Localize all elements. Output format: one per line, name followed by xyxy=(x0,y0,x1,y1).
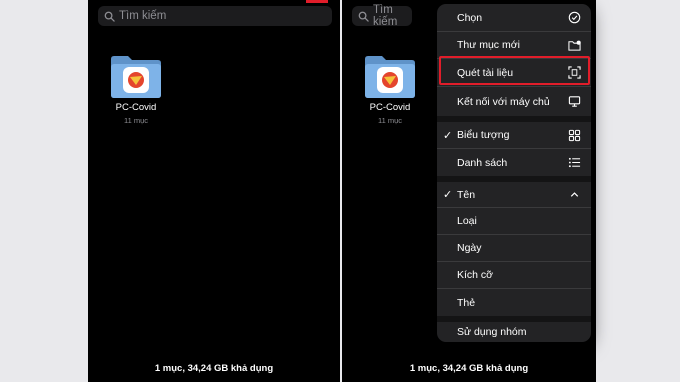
menu-item-connect-server[interactable]: Kết nối với máy chủ xyxy=(437,87,591,116)
checkmark-icon: ✓ xyxy=(443,129,453,142)
folder-item-count: 11 mục xyxy=(123,116,149,125)
menu-item-select[interactable]: Chọn xyxy=(437,4,591,32)
search-placeholder: Tìm kiếm xyxy=(119,10,167,22)
menu-item-sort-name[interactable]: ✓ Tên xyxy=(437,182,591,208)
folder-icon[interactable] xyxy=(110,55,162,99)
folder-icon[interactable] xyxy=(364,55,416,99)
menu-item-list-view[interactable]: Danh sách xyxy=(437,149,591,176)
display-icon xyxy=(567,95,581,109)
checkmark-icon: ✓ xyxy=(443,189,453,201)
folder-name: PC-Covid xyxy=(115,102,157,113)
grid-icon xyxy=(567,128,581,142)
search-input[interactable]: Tìm kiếm xyxy=(352,4,412,28)
menu-item-icons-view[interactable]: ✓ Biểu tượng xyxy=(437,122,591,149)
highlight-mark xyxy=(306,0,328,3)
folder-name: PC-Covid xyxy=(369,102,411,113)
search-placeholder: Tìm kiếm xyxy=(373,4,398,28)
folder-item-count: 11 mục xyxy=(377,116,403,125)
files-screen-left: Tìm kiếm PC-Covid 11 mục 1 mục, 34,24 GB… xyxy=(88,0,340,382)
view-options-menu: Chọn Thư mục mới Quét tài liệu Kết nối v… xyxy=(437,4,591,342)
search-input[interactable]: Tìm kiếm xyxy=(98,6,332,26)
menu-item-sort-kind[interactable]: Loại xyxy=(437,208,591,235)
storage-status: 1 mục, 34,24 GB khả dụng xyxy=(154,363,274,374)
folder-plus-icon xyxy=(567,38,581,52)
search-icon xyxy=(358,11,369,22)
highlight-box xyxy=(439,56,590,85)
menu-item-use-groups[interactable]: Sử dụng nhóm xyxy=(437,322,591,342)
search-icon xyxy=(104,11,115,22)
menu-item-sort-tags[interactable]: Thẻ xyxy=(437,289,591,316)
list-icon xyxy=(567,156,581,170)
menu-item-sort-date[interactable]: Ngày xyxy=(437,235,591,262)
storage-status: 1 mục, 34,24 GB khả dụng xyxy=(409,363,529,374)
menu-item-new-folder[interactable]: Thư mục mới xyxy=(437,32,591,59)
checkmark-circle-icon xyxy=(567,11,581,25)
chevron-up-icon xyxy=(567,188,581,202)
menu-item-sort-size[interactable]: Kích cỡ xyxy=(437,262,591,289)
